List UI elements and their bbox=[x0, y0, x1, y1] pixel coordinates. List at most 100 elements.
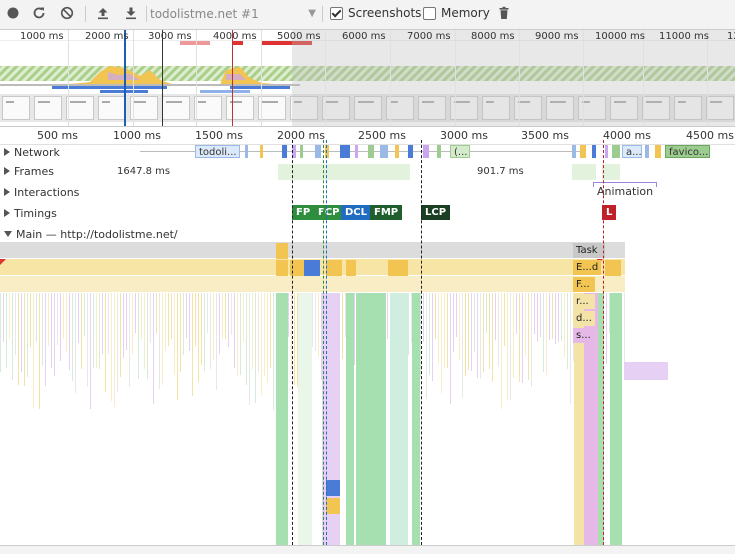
flame-block[interactable] bbox=[605, 260, 621, 276]
network-request-segment[interactable] bbox=[612, 145, 620, 158]
load-marker[interactable]: L bbox=[602, 205, 617, 220]
reload-icon[interactable] bbox=[31, 6, 47, 22]
expand-triangle-icon[interactable] bbox=[4, 148, 10, 156]
screenshot-thumbnail[interactable] bbox=[162, 96, 190, 120]
overview-gridline bbox=[196, 30, 197, 126]
screenshot-thumbnail[interactable] bbox=[194, 96, 222, 120]
flame-block[interactable] bbox=[610, 293, 622, 545]
fcp-marker[interactable]: FCP bbox=[314, 205, 344, 220]
screenshot-thumbnail[interactable] bbox=[2, 96, 30, 120]
overview-gridline bbox=[643, 30, 644, 126]
screenshot-thumbnail[interactable] bbox=[34, 96, 62, 120]
flame-block[interactable] bbox=[326, 498, 340, 514]
network-request-segment[interactable] bbox=[282, 145, 287, 158]
screenshots-checkbox[interactable] bbox=[330, 7, 343, 20]
network-request-segment[interactable] bbox=[572, 145, 576, 158]
flame-block[interactable] bbox=[326, 480, 340, 496]
flame-column bbox=[459, 293, 460, 360]
timeline-overview[interactable]: 1000 ms 2000 ms 3000 ms 4000 ms 5000 ms 6000 … bbox=[0, 30, 735, 127]
screenshot-thumbnail[interactable] bbox=[130, 96, 158, 120]
flame-block[interactable] bbox=[326, 260, 342, 276]
main-track-label[interactable]: Main — http://todolistme.net/ bbox=[4, 228, 178, 241]
flame-column bbox=[270, 293, 271, 368]
record-icon[interactable] bbox=[5, 6, 21, 22]
network-request-segment[interactable] bbox=[423, 145, 429, 158]
call-entry[interactable]: r... bbox=[573, 294, 595, 309]
selection-edge[interactable] bbox=[162, 30, 163, 126]
playhead-marker[interactable] bbox=[124, 30, 126, 126]
lcp-marker[interactable]: LCP bbox=[421, 205, 451, 220]
flame-block[interactable] bbox=[276, 293, 288, 545]
network-request-segment[interactable] bbox=[260, 145, 263, 158]
network-request-segment[interactable] bbox=[580, 145, 586, 158]
network-request[interactable]: (... bbox=[450, 145, 470, 158]
network-request-segment[interactable] bbox=[300, 145, 303, 158]
screenshot-thumbnail[interactable] bbox=[258, 96, 286, 120]
recording-select[interactable]: todolistme.net #1 ▼ bbox=[150, 5, 318, 23]
frame-bar[interactable] bbox=[278, 164, 410, 180]
screenshot-thumbnail[interactable] bbox=[98, 96, 126, 120]
network-request-segment[interactable] bbox=[408, 145, 413, 158]
network-request-segment[interactable] bbox=[395, 145, 399, 158]
network-request-segment[interactable] bbox=[592, 145, 596, 158]
frame-bar[interactable] bbox=[572, 164, 596, 180]
trash-icon[interactable] bbox=[496, 6, 512, 22]
network-request-segment[interactable] bbox=[245, 145, 248, 158]
expand-triangle-icon[interactable] bbox=[4, 188, 10, 196]
event-entry[interactable]: E...d bbox=[573, 260, 601, 275]
call-entry[interactable]: d... bbox=[573, 311, 595, 326]
expand-triangle-icon[interactable] bbox=[4, 167, 10, 175]
flame-block[interactable] bbox=[276, 243, 288, 259]
animation-label[interactable]: Animation bbox=[597, 185, 653, 198]
overview-gridline bbox=[390, 30, 391, 126]
screenshot-thumbnail[interactable] bbox=[66, 96, 94, 120]
flame-column bbox=[222, 293, 223, 339]
flame-block[interactable] bbox=[366, 293, 386, 545]
main-flame-chart[interactable]: Task E...d F... r... d... s... bbox=[0, 242, 735, 545]
network-request[interactable]: a... bbox=[622, 145, 642, 158]
flame-block[interactable] bbox=[412, 293, 420, 545]
download-icon[interactable] bbox=[123, 6, 139, 22]
flame-block[interactable] bbox=[346, 293, 354, 545]
screenshot-thumbnail[interactable] bbox=[226, 96, 254, 120]
dcl-marker[interactable]: DCL bbox=[341, 205, 372, 220]
frames-track-label[interactable]: Frames bbox=[4, 165, 54, 178]
call-entry[interactable]: s... bbox=[573, 328, 595, 343]
flame-block[interactable] bbox=[356, 293, 366, 545]
collapse-triangle-icon[interactable] bbox=[4, 231, 12, 237]
flame-column bbox=[69, 293, 70, 370]
network-request[interactable]: todoli... bbox=[195, 145, 240, 158]
flame-column bbox=[507, 293, 508, 400]
flame-block[interactable] bbox=[624, 362, 668, 380]
upload-icon[interactable] bbox=[95, 6, 111, 22]
fp-marker[interactable]: FP bbox=[292, 205, 315, 220]
clear-icon[interactable] bbox=[59, 6, 75, 22]
flame-block[interactable] bbox=[276, 260, 288, 276]
network-track-label[interactable]: Network bbox=[4, 146, 60, 159]
network-request-segment[interactable] bbox=[355, 145, 358, 158]
network-request-segment[interactable] bbox=[605, 145, 608, 158]
network-request[interactable]: favico... bbox=[665, 145, 710, 158]
network-request-segment[interactable] bbox=[380, 145, 388, 158]
flame-block[interactable] bbox=[390, 293, 408, 545]
expand-triangle-icon[interactable] bbox=[4, 209, 10, 217]
network-request-segment[interactable] bbox=[315, 145, 321, 158]
network-request-segment[interactable] bbox=[340, 145, 350, 158]
memory-checkbox[interactable] bbox=[423, 7, 436, 20]
fmp-marker[interactable]: FMP bbox=[370, 205, 403, 220]
flame-block[interactable] bbox=[346, 260, 356, 276]
timings-track-label[interactable]: Timings bbox=[4, 207, 57, 220]
network-request-segment[interactable] bbox=[645, 145, 649, 158]
network-request-segment[interactable] bbox=[655, 145, 661, 158]
flame-block[interactable] bbox=[388, 260, 408, 276]
network-request-segment[interactable] bbox=[437, 145, 441, 158]
task-entry[interactable]: Task bbox=[573, 243, 605, 258]
interactions-track-label[interactable]: Interactions bbox=[4, 186, 79, 199]
flame-column bbox=[423, 293, 424, 342]
flame-block[interactable] bbox=[304, 260, 320, 276]
flame-block[interactable] bbox=[298, 293, 312, 545]
flame-column bbox=[186, 293, 187, 338]
network-request-segment[interactable] bbox=[368, 145, 374, 158]
frame-bar[interactable] bbox=[602, 164, 620, 180]
function-entry[interactable]: F... bbox=[573, 277, 595, 292]
